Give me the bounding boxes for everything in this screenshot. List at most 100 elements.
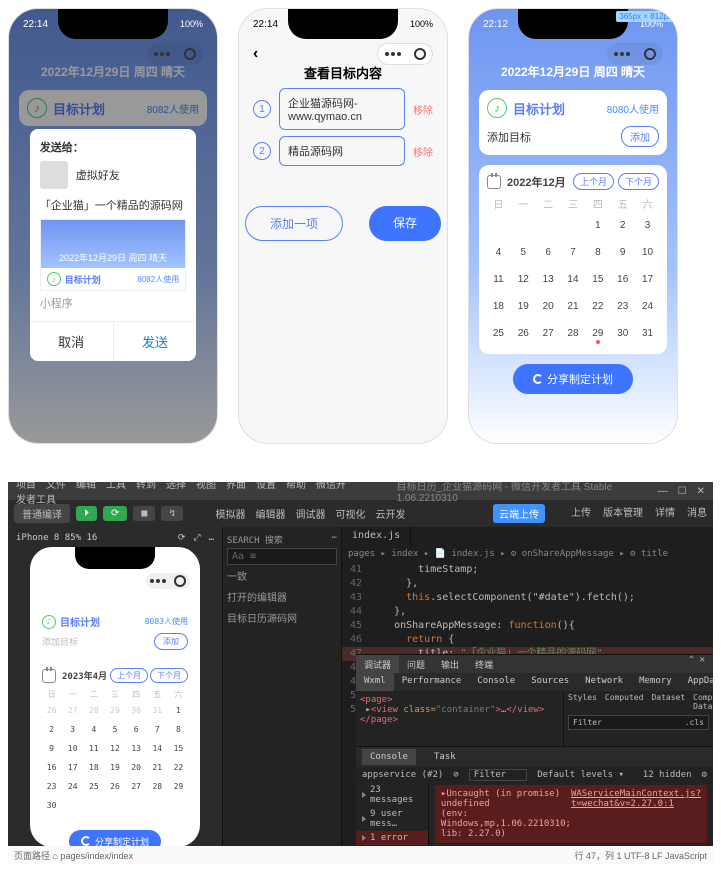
devtools-tab[interactable]: AppData: [680, 673, 713, 691]
next-month-button[interactable]: 下个月: [618, 173, 659, 190]
search-input[interactable]: Aa ≡: [227, 548, 337, 565]
day-cell[interactable]: 4: [84, 721, 103, 738]
day-cell[interactable]: 15: [586, 267, 609, 292]
day-cell[interactable]: 29: [586, 321, 609, 346]
breadcrumb[interactable]: pages ▸ index ▸ 📄 index.js ▸ ⚙ onShareAp…: [342, 547, 713, 561]
day-cell[interactable]: [537, 213, 560, 238]
panel-tab[interactable]: 问题: [399, 655, 433, 673]
toolbar-action[interactable]: 详情: [655, 508, 675, 519]
menu-item[interactable]: 编辑: [76, 482, 96, 491]
day-cell[interactable]: 24: [636, 294, 659, 319]
day-cell[interactable]: 3: [636, 213, 659, 238]
day-cell[interactable]: [63, 797, 82, 814]
step-button[interactable]: ↯: [161, 506, 183, 521]
maximize-icon[interactable]: ☐: [678, 486, 687, 497]
day-cell[interactable]: 19: [105, 759, 124, 776]
day-cell[interactable]: [562, 213, 585, 238]
day-cell[interactable]: 7: [148, 721, 167, 738]
day-cell[interactable]: 27: [537, 321, 560, 346]
devtools-tab[interactable]: Network: [577, 673, 631, 691]
day-cell[interactable]: 9: [42, 740, 61, 757]
styles-tab[interactable]: Styles: [564, 691, 601, 713]
day-cell[interactable]: 14: [148, 740, 167, 757]
day-cell[interactable]: [127, 797, 146, 814]
day-cell[interactable]: 19: [512, 294, 535, 319]
remove-button[interactable]: 移除: [413, 102, 433, 117]
devtools-tab[interactable]: Console: [469, 673, 523, 691]
save-button[interactable]: 保存: [369, 206, 441, 241]
back-button[interactable]: ‹: [253, 45, 258, 63]
day-cell[interactable]: 10: [63, 740, 82, 757]
day-cell[interactable]: 3: [63, 721, 82, 738]
day-cell[interactable]: 11: [84, 740, 103, 757]
view-toggle[interactable]: 云开发: [375, 510, 405, 521]
day-cell[interactable]: [512, 213, 535, 238]
day-cell[interactable]: 22: [586, 294, 609, 319]
day-cell[interactable]: 30: [127, 702, 146, 719]
menu-item[interactable]: 文件: [46, 482, 66, 491]
goal-input-2[interactable]: 精品源码网: [279, 136, 405, 166]
devtools-tab[interactable]: Memory: [631, 673, 680, 691]
devtools-tab[interactable]: Sources: [523, 673, 577, 691]
day-cell[interactable]: [84, 797, 103, 814]
day-cell[interactable]: 31: [148, 702, 167, 719]
day-cell[interactable]: 28: [562, 321, 585, 346]
search-opts[interactable]: ⋯: [332, 533, 337, 546]
day-cell[interactable]: 8: [169, 721, 188, 738]
remove-button[interactable]: 移除: [413, 144, 433, 159]
share-plan-button[interactable]: 分享制定计划: [513, 364, 633, 394]
simulator-canvas[interactable]: 22:14 100% 2022年12月29日 周四 晴天 ♪目标计划8083人使…: [30, 547, 200, 847]
toolbar-action[interactable]: 版本管理: [603, 508, 643, 519]
day-cell[interactable]: [487, 213, 510, 238]
day-cell[interactable]: 16: [42, 759, 61, 776]
day-cell[interactable]: 17: [63, 759, 82, 776]
prev-month-button[interactable]: 上个月: [573, 173, 614, 190]
day-cell[interactable]: 23: [611, 294, 634, 319]
cloud-upload-button[interactable]: 云端上传: [493, 504, 545, 523]
day-cell[interactable]: 18: [487, 294, 510, 319]
wxml-tree[interactable]: <page> ▸<view class="container">…</view>…: [356, 691, 563, 746]
day-cell[interactable]: [148, 797, 167, 814]
add-goal-button[interactable]: 添加: [621, 126, 659, 147]
day-cell[interactable]: 26: [105, 778, 124, 795]
view-toggle[interactable]: 可视化: [335, 510, 365, 521]
compile-select[interactable]: 普通编译: [14, 504, 70, 523]
capsule[interactable]: [607, 43, 663, 65]
search-item[interactable]: 一致: [227, 565, 337, 586]
styles-tab[interactable]: Dataset: [647, 691, 689, 713]
day-cell[interactable]: 7: [562, 240, 585, 265]
console-error[interactable]: ▸Uncaught (in promise) undefined (env: W…: [435, 785, 707, 843]
styles-filter[interactable]: Filter.cls: [568, 715, 709, 730]
goal-input-1[interactable]: 企业猫源码网-www.qymao.cn: [279, 88, 405, 130]
menu-item[interactable]: 帮助: [286, 482, 306, 491]
day-cell[interactable]: [169, 797, 188, 814]
project-name[interactable]: 目标日历源码网: [227, 607, 337, 628]
stop-button[interactable]: ■: [133, 506, 155, 521]
devtools-tab[interactable]: Wxml: [356, 673, 394, 691]
cursor-info[interactable]: 行 47，列 1 UTF-8 LF JavaScript: [574, 849, 707, 862]
close-icon[interactable]: ✕: [697, 486, 705, 497]
day-cell[interactable]: 9: [611, 240, 634, 265]
day-cell[interactable]: 28: [84, 702, 103, 719]
day-cell[interactable]: 20: [537, 294, 560, 319]
day-cell[interactable]: 17: [636, 267, 659, 292]
panel-tab[interactable]: 终端: [467, 655, 501, 673]
console-filter-item[interactable]: 1 error: [356, 831, 428, 845]
view-toggle[interactable]: 编辑器: [255, 510, 285, 521]
day-cell[interactable]: 8: [586, 240, 609, 265]
styles-tab[interactable]: Computed: [601, 691, 648, 713]
menu-item[interactable]: 转到: [136, 482, 156, 491]
sim-reload-icon[interactable]: ⟳: [178, 533, 186, 543]
day-cell[interactable]: 24: [63, 778, 82, 795]
run-button[interactable]: ⏵: [76, 506, 97, 521]
day-cell[interactable]: 15: [169, 740, 188, 757]
device-label[interactable]: iPhone 8 85% 16: [16, 533, 97, 543]
add-item-button[interactable]: 添加一项: [245, 206, 343, 241]
day-cell[interactable]: 2: [611, 213, 634, 238]
menu-item[interactable]: 视图: [196, 482, 216, 491]
day-cell[interactable]: 1: [169, 702, 188, 719]
day-cell[interactable]: 11: [487, 267, 510, 292]
day-cell[interactable]: 6: [537, 240, 560, 265]
menu-item[interactable]: 设置: [256, 482, 276, 491]
more-icon[interactable]: [154, 52, 170, 56]
